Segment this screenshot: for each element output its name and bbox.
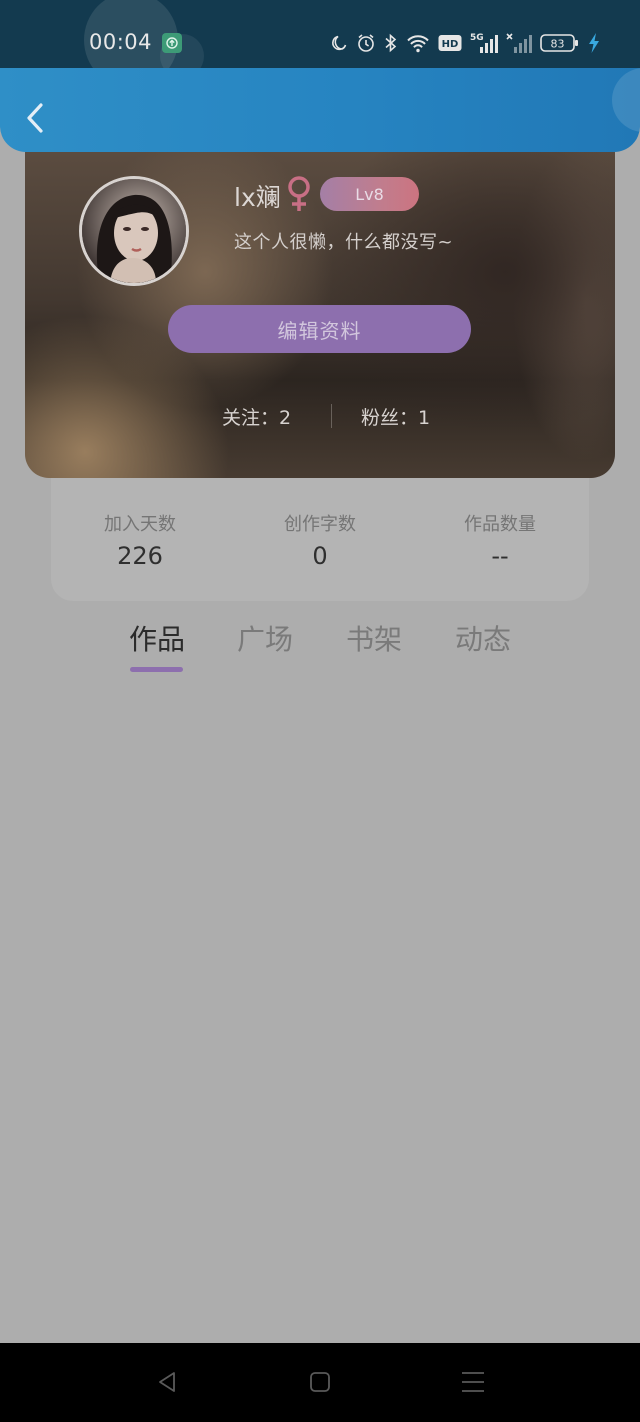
- bio-text: 这个人很懒，什么都没写~: [234, 232, 454, 253]
- status-icons: HD 5G 83: [330, 30, 600, 56]
- stat-works-count: 作品数量 --: [420, 510, 580, 570]
- status-time: 00:04: [89, 30, 153, 54]
- signal-x-icon: [506, 32, 532, 54]
- header-bar: [0, 68, 640, 152]
- active-tab-indicator: [130, 667, 183, 672]
- tab-works[interactable]: 作品: [117, 618, 197, 658]
- female-gender-icon: [286, 175, 312, 217]
- bluetooth-icon: [384, 33, 398, 53]
- stat-value: 0: [312, 542, 328, 570]
- nav-back-button[interactable]: [147, 1367, 187, 1397]
- divider: [331, 404, 332, 428]
- upload-app-icon: [162, 33, 182, 53]
- stat-label: 加入天数: [104, 514, 176, 535]
- hd-icon: HD: [438, 34, 462, 52]
- fans-count[interactable]: 粉丝：1: [361, 403, 430, 430]
- signal-5g-icon: 5G: [470, 32, 498, 54]
- svg-text:HD: HD: [442, 39, 459, 50]
- nav-menu-button[interactable]: [453, 1367, 493, 1397]
- svg-text:5G: 5G: [470, 33, 484, 43]
- tab-bar: 作品 广场 书架 动态: [0, 618, 640, 678]
- avatar[interactable]: [79, 176, 189, 286]
- profile-screen: 00:04 HD 5G 83 lx斓 Lv8 这个人很懒，什么都没写~ 编辑资料…: [0, 0, 640, 1422]
- stat-word-count: 创作字数 0: [240, 510, 400, 570]
- back-triangle-icon: [159, 1372, 175, 1392]
- username: lx斓: [234, 183, 281, 212]
- decorative-bubble: [612, 68, 640, 132]
- level-badge: Lv8: [320, 177, 419, 211]
- tab-bookshelf[interactable]: 书架: [334, 618, 414, 658]
- menu-lines-icon: [462, 1372, 484, 1392]
- stat-value: 226: [117, 542, 163, 570]
- chevron-left-icon: [27, 103, 43, 133]
- tab-activity[interactable]: 动态: [443, 618, 523, 658]
- battery-icon: 83: [540, 33, 580, 53]
- edit-profile-button[interactable]: 编辑资料: [168, 305, 471, 353]
- stat-value: --: [491, 542, 509, 570]
- tab-square[interactable]: 广场: [225, 618, 305, 658]
- system-nav-bar: [0, 1343, 640, 1422]
- charging-icon: [588, 32, 600, 54]
- alarm-icon: [356, 33, 376, 53]
- following-count[interactable]: 关注：2: [222, 403, 291, 430]
- stat-label: 创作字数: [284, 514, 356, 535]
- stats-card: 加入天数 226 创作字数 0 作品数量 --: [51, 478, 589, 601]
- profile-card: lx斓 Lv8 这个人很懒，什么都没写~ 编辑资料 关注：2 粉丝：1: [25, 152, 615, 478]
- nav-home-button[interactable]: [300, 1367, 340, 1397]
- stat-join-days: 加入天数 226: [60, 510, 220, 570]
- moon-icon: [330, 34, 348, 52]
- wifi-icon: [406, 33, 430, 53]
- stat-label: 作品数量: [464, 514, 536, 535]
- svg-text:83: 83: [551, 38, 565, 51]
- back-button[interactable]: [18, 98, 52, 138]
- home-square-icon: [310, 1372, 330, 1392]
